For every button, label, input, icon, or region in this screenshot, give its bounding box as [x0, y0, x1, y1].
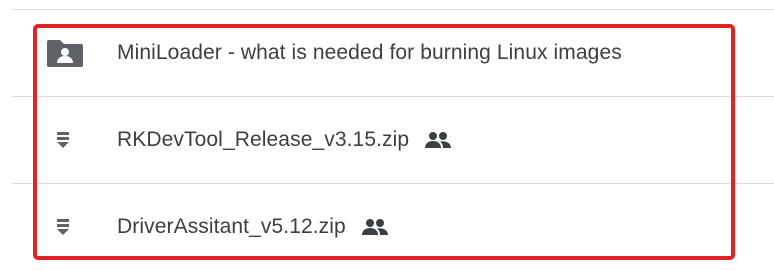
file-name: DriverAssitant_v5.12.zip — [117, 215, 346, 238]
file-label-group: DriverAssitant_v5.12.zip — [117, 215, 390, 239]
file-row-miniloader-folder[interactable]: MiniLoader - what is needed for burning … — [0, 10, 774, 96]
file-name: MiniLoader - what is needed for burning … — [117, 41, 622, 64]
file-label-group: RKDevTool_Release_v3.15.zip — [117, 128, 453, 152]
zip-file-icon — [55, 131, 71, 149]
people-icon — [360, 218, 390, 236]
shared-folder-icon — [46, 38, 84, 68]
people-icon — [423, 131, 453, 149]
file-row-rkdevtool-zip[interactable]: RKDevTool_Release_v3.15.zip — [0, 97, 774, 183]
file-row-driverassitant-zip[interactable]: DriverAssitant_v5.12.zip — [0, 184, 774, 270]
zip-file-icon — [55, 218, 71, 236]
file-name: RKDevTool_Release_v3.15.zip — [117, 128, 410, 151]
